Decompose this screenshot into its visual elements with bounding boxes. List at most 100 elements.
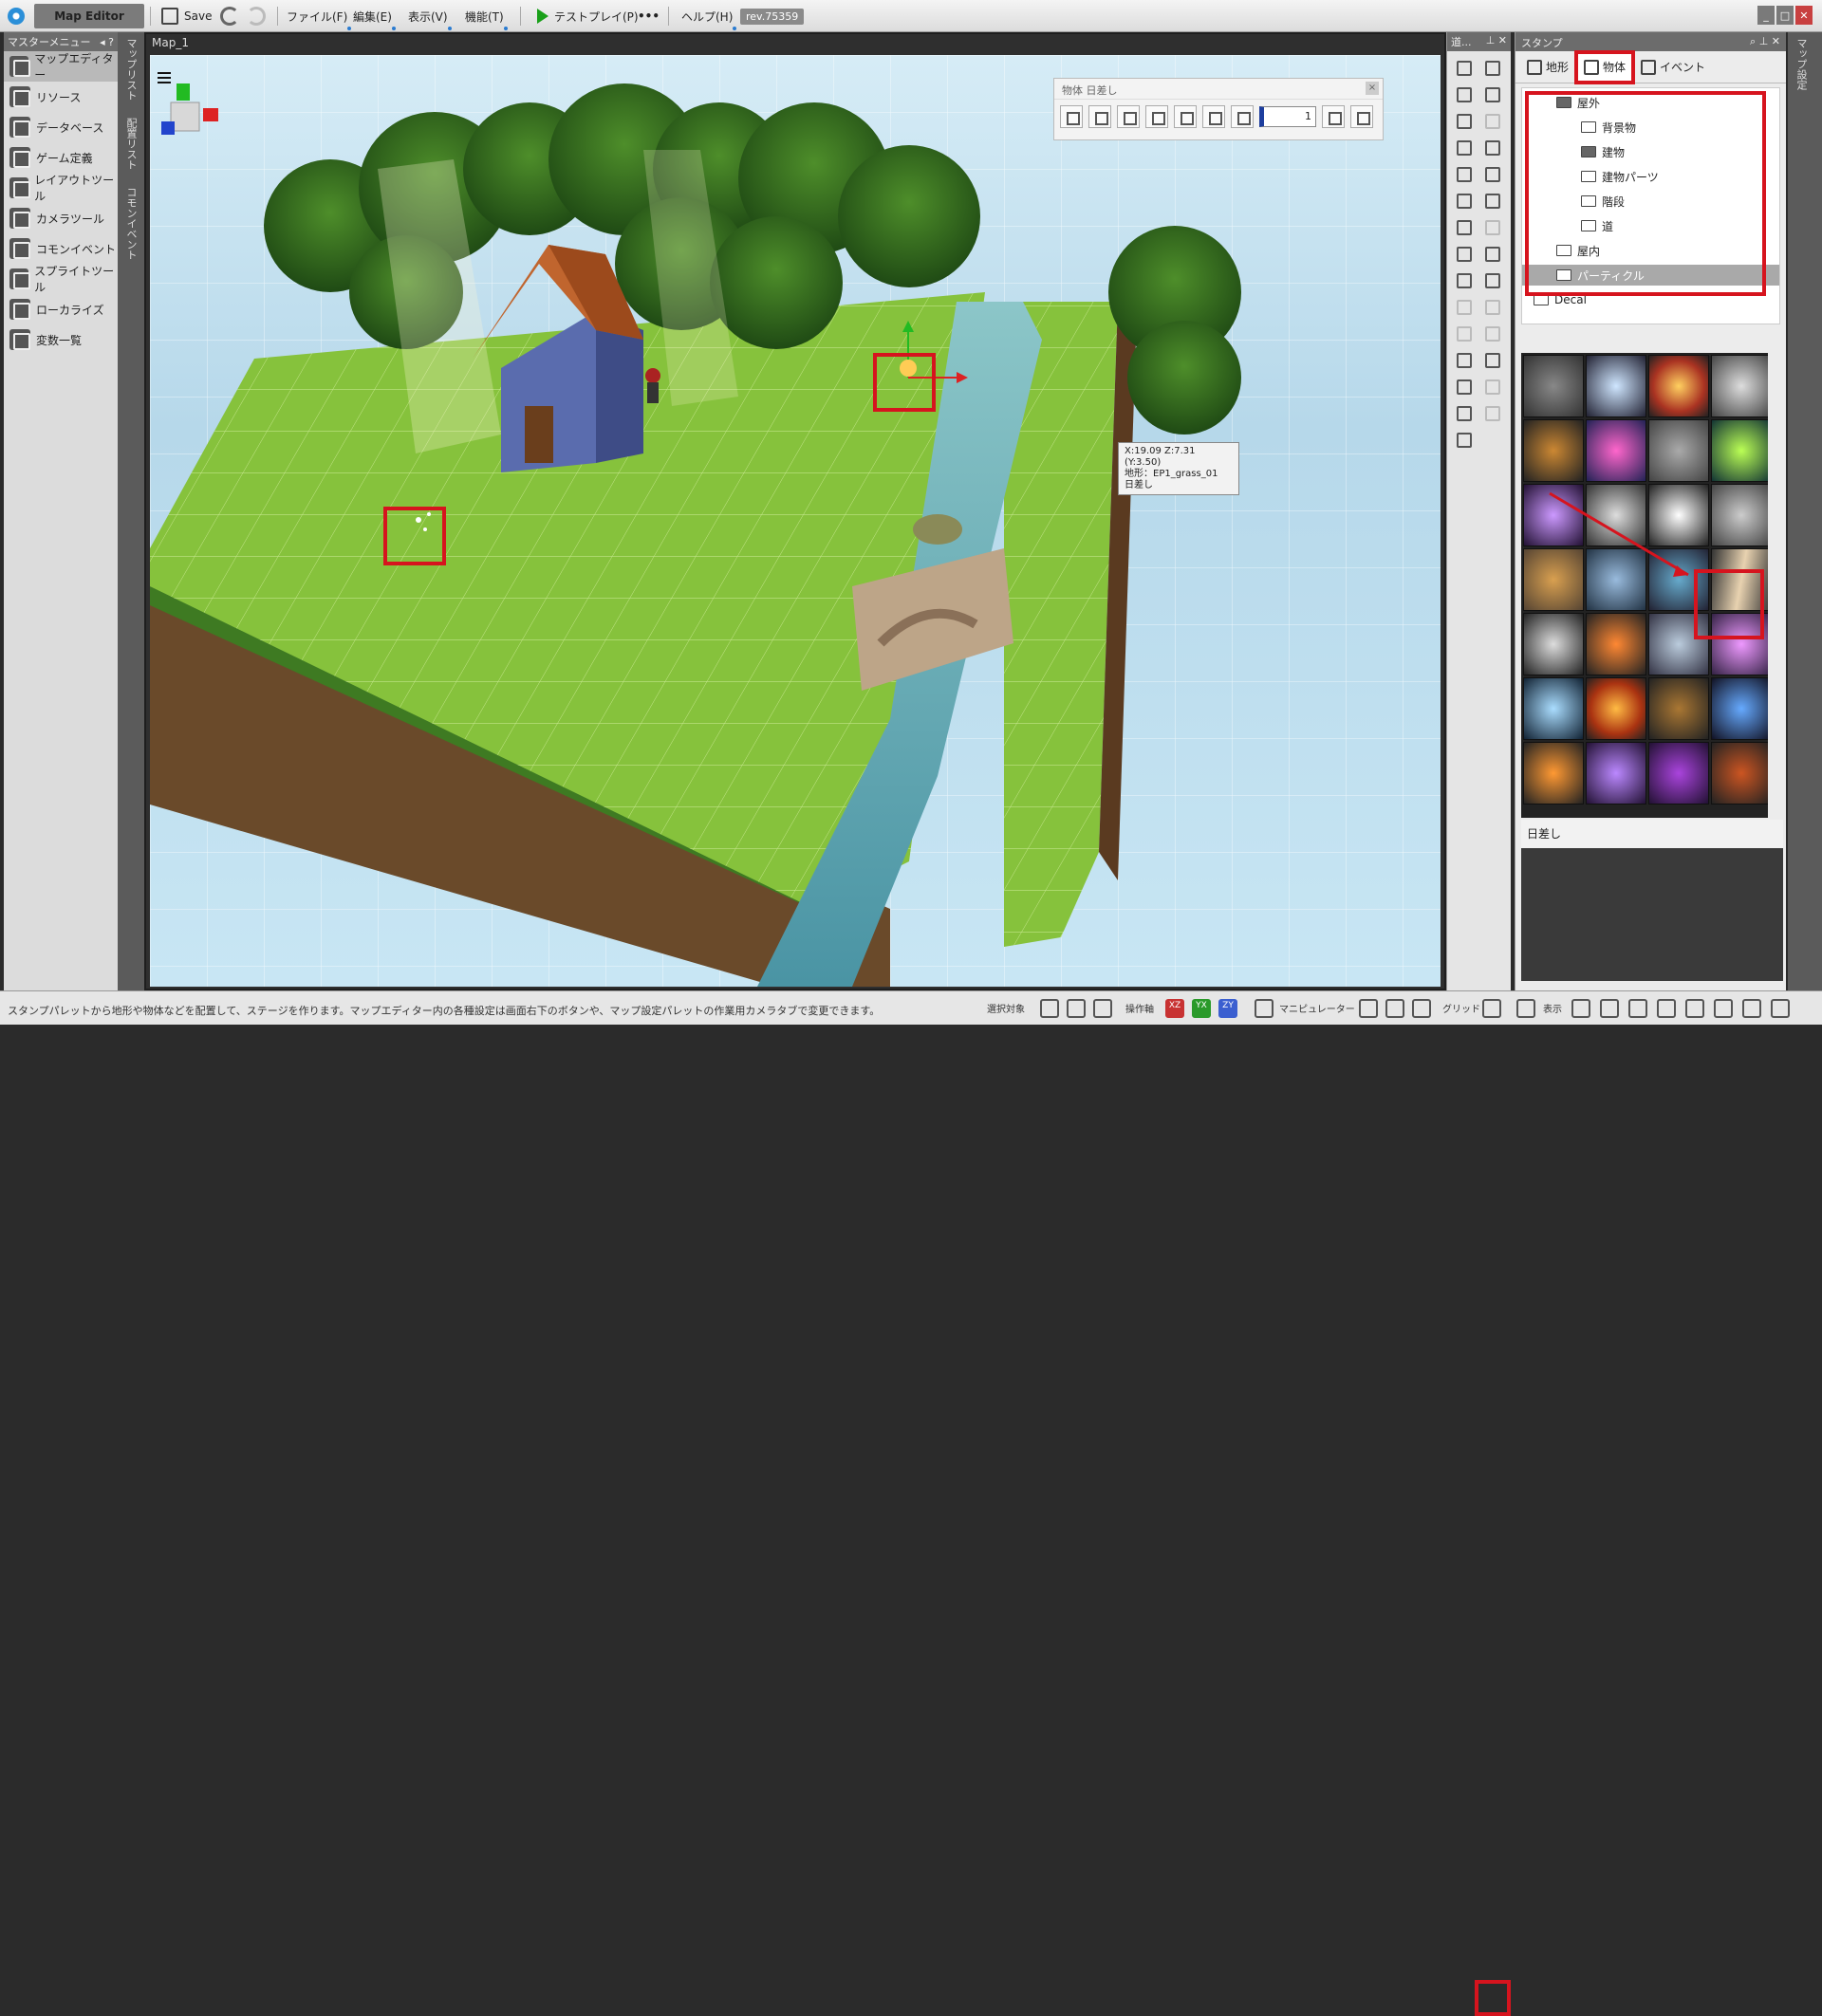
tab-terrain[interactable]: 地形 xyxy=(1521,54,1574,81)
copy-tool[interactable] xyxy=(1451,400,1478,427)
target-tool[interactable] xyxy=(1479,374,1506,400)
height-tool[interactable] xyxy=(1479,188,1506,214)
rotate-tool[interactable] xyxy=(1451,268,1478,294)
display-effect-icon[interactable] xyxy=(1742,999,1761,1018)
master-item-resource[interactable]: リソース xyxy=(4,82,118,112)
minimize-button[interactable]: _ xyxy=(1757,6,1775,25)
move-gizmo-icon[interactable] xyxy=(1359,999,1378,1018)
testplay-button[interactable]: テストプレイ(P) xyxy=(537,4,639,28)
rotate-gizmo-icon[interactable] xyxy=(1385,999,1404,1018)
particle-thumb[interactable] xyxy=(1648,677,1709,740)
eraser-tool[interactable] xyxy=(1451,161,1478,188)
scale-value-input[interactable]: 1 xyxy=(1259,106,1316,127)
axis-xz-button[interactable]: XZ xyxy=(1165,999,1184,1018)
grid-select-tool[interactable] xyxy=(1479,82,1506,108)
menu-help[interactable]: ヘルプ(H) xyxy=(681,4,737,30)
rotate-axis-tool[interactable] xyxy=(1479,268,1506,294)
display-sun-icon[interactable] xyxy=(1685,999,1704,1018)
menu-file[interactable]: ファイル(F) xyxy=(287,4,352,30)
maximize-button[interactable]: □ xyxy=(1776,6,1794,25)
particle-thumb[interactable] xyxy=(1711,677,1768,740)
master-item-localize[interactable]: ローカライズ xyxy=(4,294,118,324)
particle-thumb[interactable] xyxy=(1586,677,1646,740)
menu-function[interactable]: 機能(T) xyxy=(465,4,508,30)
particle-thumb[interactable] xyxy=(1523,677,1584,740)
brush-tool[interactable] xyxy=(1451,188,1478,214)
select-rect-tool[interactable] xyxy=(1451,55,1478,82)
particle-thumb[interactable] xyxy=(1523,355,1584,417)
master-item-variables[interactable]: 変数一覧 xyxy=(4,324,118,355)
particle-thumb[interactable] xyxy=(1711,355,1768,417)
reset-button[interactable] xyxy=(1350,105,1373,128)
display-grid-icon[interactable] xyxy=(1571,999,1590,1018)
master-item-layout-tool[interactable]: レイアウトツール xyxy=(4,173,118,203)
scene-canvas[interactable]: X:19.09 Z:7.31 (Y:3.50) 地形：EP1_grass_01 … xyxy=(150,55,1441,987)
pin-icon[interactable]: ⊥ ✕ xyxy=(1486,34,1507,49)
collapse-icon[interactable]: ◂ ? xyxy=(100,36,114,48)
house-tool[interactable] xyxy=(1451,214,1478,241)
paste-tool[interactable] xyxy=(1479,400,1506,427)
group-tool[interactable] xyxy=(1451,347,1478,374)
display-cube-icon[interactable] xyxy=(1600,999,1619,1018)
manipulator-icon[interactable] xyxy=(1255,999,1274,1018)
select-terrain-icon[interactable] xyxy=(1040,999,1059,1018)
eyedropper-tool[interactable] xyxy=(1479,161,1506,188)
ground-button[interactable] xyxy=(1117,105,1140,128)
particle-thumb[interactable] xyxy=(1648,742,1709,805)
lift-up-button[interactable] xyxy=(1060,105,1083,128)
app-gear-icon[interactable] xyxy=(4,4,28,28)
map-viewport[interactable]: Map_1 X:19.09 Z:7.31 (Y:3.50) 地形：EP1_gra… xyxy=(144,32,1446,990)
lower-tool[interactable] xyxy=(1479,241,1506,268)
ungroup-tool[interactable] xyxy=(1479,347,1506,374)
tab-object[interactable]: 物体 xyxy=(1574,49,1636,84)
scale-down-button[interactable] xyxy=(1231,105,1254,128)
lasso-tool[interactable] xyxy=(1451,82,1478,108)
scale-gizmo-icon[interactable] xyxy=(1412,999,1431,1018)
drop-down-button[interactable] xyxy=(1088,105,1111,128)
display-fog-icon[interactable] xyxy=(1714,999,1733,1018)
object-tool[interactable] xyxy=(1451,108,1478,135)
master-item-game-definition[interactable]: ゲーム定義 xyxy=(4,142,118,173)
more-button[interactable]: ••• xyxy=(638,4,660,28)
rotate-button[interactable] xyxy=(1202,105,1225,128)
display-light-icon[interactable] xyxy=(1628,999,1647,1018)
display-layer-icon[interactable] xyxy=(1771,999,1790,1018)
menu-view[interactable]: 表示(V) xyxy=(408,4,452,30)
axis-yx-button[interactable]: YX xyxy=(1192,999,1211,1018)
map-tab[interactable]: Map_1 xyxy=(152,36,189,49)
menu-edit[interactable]: 編集(E) xyxy=(353,4,396,30)
master-item-map-editor[interactable]: マップエディター xyxy=(4,51,118,82)
slope-tool[interactable] xyxy=(1451,294,1478,321)
select-event-icon[interactable] xyxy=(1093,999,1112,1018)
select-object-icon[interactable] xyxy=(1067,999,1086,1018)
tab-map-settings[interactable]: マップ設定 xyxy=(1788,32,1814,96)
select-pointer-tool[interactable] xyxy=(1479,55,1506,82)
axis-zy-button[interactable]: ZY xyxy=(1218,999,1237,1018)
pen-tool[interactable] xyxy=(1451,135,1478,161)
grid-toggle-icon[interactable] xyxy=(1482,999,1501,1018)
trash-tool[interactable] xyxy=(1451,427,1478,453)
fill-tool[interactable] xyxy=(1479,135,1506,161)
particle-thumb[interactable] xyxy=(1648,355,1709,417)
tab-common-event[interactable]: コモンイベント xyxy=(118,181,144,266)
slope2-tool[interactable] xyxy=(1479,294,1506,321)
float-toolbar-close[interactable]: × xyxy=(1366,82,1379,95)
master-item-camera-tool[interactable]: カメラツール xyxy=(4,203,118,233)
master-item-sprite-tool[interactable]: スプライトツール xyxy=(4,264,118,294)
grid-options-icon[interactable] xyxy=(1516,999,1535,1018)
save-button[interactable]: Save xyxy=(161,4,212,28)
redo-button[interactable] xyxy=(247,4,266,28)
copy-button[interactable] xyxy=(1145,105,1168,128)
display-camera-icon[interactable] xyxy=(1657,999,1676,1018)
hamburger-icon[interactable] xyxy=(158,72,171,83)
particle-thumb[interactable] xyxy=(1586,742,1646,805)
delete-button[interactable] xyxy=(1174,105,1197,128)
triangle-tool[interactable] xyxy=(1451,321,1478,347)
master-item-common-event[interactable]: コモンイベント xyxy=(4,233,118,264)
scale-up-button[interactable] xyxy=(1322,105,1345,128)
particle-thumb[interactable] xyxy=(1523,742,1584,805)
particle-thumb[interactable] xyxy=(1711,742,1768,805)
close-button[interactable]: ✕ xyxy=(1795,6,1813,25)
search-icon[interactable]: ⌕ ⊥ ✕ xyxy=(1750,35,1780,48)
tab-event[interactable]: イベント xyxy=(1635,54,1711,81)
